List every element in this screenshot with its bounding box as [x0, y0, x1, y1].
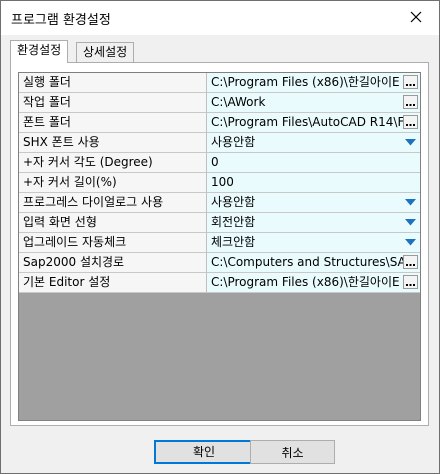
title-bar: 프로그램 환경설정 [1, 1, 439, 35]
property-value[interactable]: 100 [207, 173, 420, 192]
property-row[interactable]: SHX 폰트 사용 사용안함 [19, 133, 420, 153]
property-row[interactable]: 실행 폴더 C:\Program Files (x86)\한길아이E [19, 73, 420, 93]
property-name: Sap2000 설치경로 [19, 253, 207, 272]
property-value-text: C:\Program Files (x86)\한길아이E [211, 75, 400, 89]
property-value-text: C:\Program Files (x86)\한길아이E [211, 275, 400, 289]
ok-button[interactable]: 확인 [154, 440, 254, 464]
tab-detail-settings[interactable]: 상세설정 [76, 42, 135, 62]
property-grid: 실행 폴더 C:\Program Files (x86)\한길아이E 작업 폴더 C:… [18, 72, 421, 421]
property-row[interactable]: 폰트 폴더 C:\Program Files\AutoCAD R14\F [19, 113, 420, 133]
property-name: 입력 화면 선형 [19, 213, 207, 232]
property-row[interactable]: 업그레이드 자동체크 체크안함 [19, 233, 420, 253]
browse-button[interactable] [403, 75, 418, 89]
property-value-text: C:\AWork [211, 95, 266, 109]
property-value[interactable]: C:\Computers and Structures\SAP [207, 253, 420, 272]
property-value[interactable]: C:\Program Files\AutoCAD R14\F [207, 113, 420, 132]
property-value-text: 사용안함 [211, 195, 256, 209]
property-name: 작업 폴더 [19, 93, 207, 112]
property-value[interactable]: 사용안함 [207, 133, 420, 152]
property-value-text: 회전안함 [211, 215, 256, 229]
property-row[interactable]: +자 커서 각도 (Degree) 0 [19, 153, 420, 173]
property-row[interactable]: Sap2000 설치경로 C:\Computers and Structures\… [19, 253, 420, 273]
browse-button[interactable] [403, 95, 418, 109]
property-name: +자 커서 각도 (Degree) [19, 153, 207, 172]
property-row[interactable]: 프로그레스 다이얼로그 사용 사용안함 [19, 193, 420, 213]
dropdown-button[interactable] [403, 234, 418, 250]
property-name: 프로그레스 다이얼로그 사용 [19, 193, 207, 212]
close-button[interactable] [393, 1, 439, 33]
ellipsis-icon [406, 84, 415, 86]
property-value[interactable]: 0 [207, 153, 420, 172]
property-name: 기본 Editor 설정 [19, 273, 207, 292]
ellipsis-icon [406, 124, 415, 126]
property-value[interactable]: 체크안함 [207, 233, 420, 252]
property-name: 업그레이드 자동체크 [19, 233, 207, 252]
property-value-text: C:\Program Files\AutoCAD R14\F [211, 115, 405, 129]
ellipsis-icon [406, 104, 415, 106]
property-value[interactable]: C:\Program Files (x86)\한길아이E [207, 73, 420, 92]
property-name: +자 커서 길이(%) [19, 173, 207, 192]
chevron-down-icon [405, 198, 416, 205]
window-title: 프로그램 환경설정 [11, 13, 111, 28]
ellipsis-icon [406, 284, 415, 286]
chevron-down-icon [405, 138, 416, 145]
property-row[interactable]: +자 커서 길이(%) 100 [19, 173, 420, 193]
dropdown-button[interactable] [403, 134, 418, 150]
property-name: 폰트 폴더 [19, 113, 207, 132]
property-row[interactable]: 작업 폴더 C:\AWork [19, 93, 420, 113]
property-grid-rows: 실행 폴더 C:\Program Files (x86)\한길아이E 작업 폴더 C:… [19, 73, 420, 293]
property-row[interactable]: 기본 Editor 설정 C:\Program Files (x86)\한길아이E [19, 273, 420, 293]
cancel-button[interactable]: 취소 [250, 440, 335, 464]
tab-general-settings[interactable]: 환경설정 [10, 40, 69, 63]
property-value[interactable]: 사용안함 [207, 193, 420, 212]
dropdown-button[interactable] [403, 214, 418, 230]
property-value-text: 사용안함 [211, 135, 256, 149]
property-name: 실행 폴더 [19, 73, 207, 92]
ellipsis-icon [406, 264, 415, 266]
property-value[interactable]: 회전안함 [207, 213, 420, 232]
property-value-text: 100 [211, 175, 234, 189]
browse-button[interactable] [403, 255, 418, 269]
property-value-text: C:\Computers and Structures\SAP [211, 255, 413, 269]
property-value-text: 0 [211, 155, 219, 169]
close-icon [410, 11, 422, 23]
chevron-down-icon [405, 218, 416, 225]
property-value[interactable]: C:\Program Files (x86)\한길아이E [207, 273, 420, 292]
browse-button[interactable] [403, 115, 418, 129]
property-row[interactable]: 입력 화면 선형 회전안함 [19, 213, 420, 233]
property-name: SHX 폰트 사용 [19, 133, 207, 152]
chevron-down-icon [405, 238, 416, 245]
property-value-text: 체크안함 [211, 235, 256, 249]
property-value[interactable]: C:\AWork [207, 93, 420, 112]
browse-button[interactable] [403, 275, 418, 289]
dropdown-button[interactable] [403, 194, 418, 210]
